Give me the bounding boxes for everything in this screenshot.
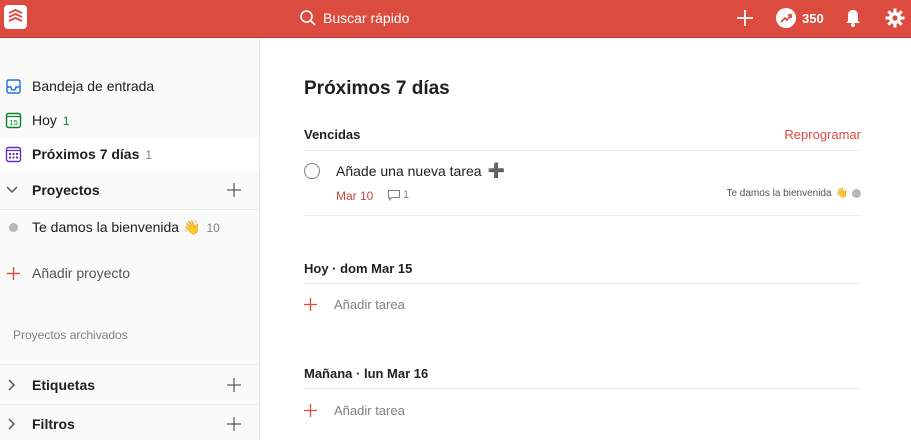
karma-button[interactable]: 350: [776, 6, 824, 30]
filters-label: Filtros: [32, 416, 75, 432]
sidebar: Bandeja de entrada 15 Hoy 1 Próximos 7 dí…: [0, 38, 260, 440]
overdue-section-title: Vencidas: [304, 127, 361, 142]
task-checkbox[interactable]: [304, 163, 320, 179]
labels-section-header[interactable]: Etiquetas: [0, 366, 259, 404]
project-color-dot: [9, 222, 18, 232]
add-task-tomorrow-button[interactable]: Añadir tarea: [304, 400, 504, 420]
projects-label: Proyectos: [32, 182, 100, 198]
waving-hand-icon: 👋: [183, 218, 201, 235]
settings-button[interactable]: [884, 6, 906, 30]
day-section-title-today: Hoy · dom Mar 15: [304, 261, 413, 276]
plus-icon: [5, 265, 22, 282]
sidebar-item-label: Hoy: [32, 112, 57, 128]
sidebar-item-inbox[interactable]: Bandeja de entrada: [0, 69, 259, 103]
add-task-label: Añadir tarea: [334, 402, 405, 418]
gear-icon: [885, 8, 905, 28]
divider: [304, 283, 861, 284]
page-title: Próximos 7 días: [304, 78, 450, 99]
add-task-today-button[interactable]: Añadir tarea: [304, 294, 504, 314]
notifications-button[interactable]: [843, 6, 863, 30]
quick-search[interactable]: Buscar rápido: [299, 6, 409, 30]
plus-emoji-icon: ➕: [487, 162, 506, 178]
chevron-right-icon[interactable]: [6, 418, 18, 430]
sidebar-item-label: Bandeja de entrada: [32, 78, 155, 94]
add-filter-plus-icon[interactable]: [227, 417, 241, 431]
add-project-label: Añadir proyecto: [32, 265, 131, 281]
add-label-plus-icon[interactable]: [227, 378, 241, 392]
reschedule-button[interactable]: Reprogramar: [784, 127, 861, 142]
labels-label: Etiquetas: [32, 377, 96, 393]
karma-points: 350: [802, 10, 824, 26]
project-color-dot: [852, 189, 861, 198]
task-content[interactable]: Añade una nueva tarea ➕: [336, 162, 505, 179]
chevron-right-icon[interactable]: [6, 379, 18, 391]
waving-hand-icon: 👋: [835, 188, 848, 199]
add-task-button[interactable]: [735, 6, 755, 30]
chevron-down-icon[interactable]: [6, 184, 18, 196]
calendar-today-icon: 15: [5, 112, 22, 129]
day-section-title-tomorrow: Mañana · lun Mar 16: [304, 366, 429, 381]
calendar-week-icon: [5, 146, 22, 163]
top-bar: Buscar rápido 350: [0, 0, 911, 38]
filters-section-header[interactable]: Filtros: [0, 405, 259, 443]
karma-icon: [776, 8, 796, 28]
todoist-logo-icon[interactable]: [4, 5, 27, 29]
task-text: Añade una nueva tarea: [336, 162, 482, 179]
item-count: 1: [145, 148, 153, 162]
search-placeholder: Buscar rápido: [323, 10, 410, 26]
inbox-icon: [5, 78, 22, 95]
divider: [304, 150, 861, 151]
add-task-label: Añadir tarea: [334, 296, 405, 312]
project-count: 10: [206, 220, 220, 235]
task-project[interactable]: Te damos la bienvenida 👋: [726, 188, 861, 199]
archived-projects-link[interactable]: Proyectos archivados: [13, 328, 128, 342]
task-project-label: Te damos la bienvenida: [726, 188, 832, 199]
sidebar-item-label: Próximos 7 días: [32, 146, 140, 162]
item-count: 1: [62, 114, 70, 128]
divider: [0, 364, 259, 365]
svg-text:15: 15: [9, 118, 17, 127]
divider: [304, 215, 861, 216]
plus-icon: [304, 403, 317, 417]
sidebar-item-next-7-days[interactable]: Próximos 7 días 1: [0, 137, 259, 171]
task-comments[interactable]: 1: [387, 189, 409, 201]
sidebar-item-today[interactable]: 15 Hoy 1: [0, 103, 259, 137]
comment-count: 1: [403, 189, 410, 201]
comment-icon: [388, 190, 400, 201]
add-icon: [737, 10, 753, 26]
divider: [304, 388, 861, 389]
plus-icon: [304, 297, 317, 311]
project-label: Te damos la bienvenida: [32, 218, 180, 235]
projects-section-header[interactable]: Proyectos: [0, 171, 259, 209]
bell-icon: [846, 10, 860, 27]
add-project-plus-icon[interactable]: [227, 183, 241, 197]
search-icon: [299, 9, 317, 27]
project-item-welcome[interactable]: Te damos la bienvenida 👋 10: [0, 210, 259, 244]
add-project-button[interactable]: Añadir proyecto: [0, 256, 259, 290]
task-due-date[interactable]: Mar 10: [336, 189, 373, 203]
